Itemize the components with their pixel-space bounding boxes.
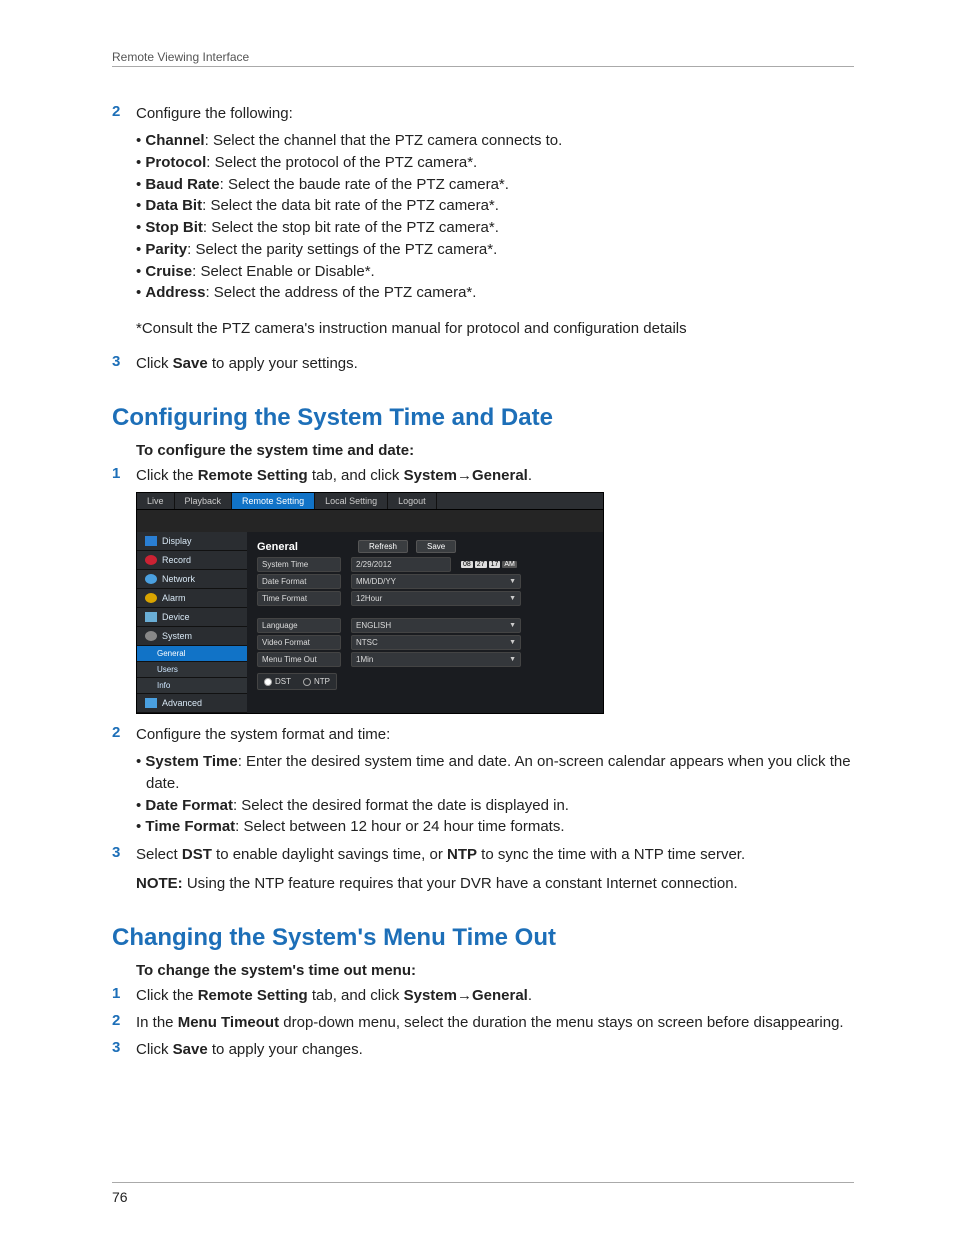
panel-title: General	[257, 541, 298, 553]
chevron-down-icon: ▼	[509, 639, 516, 646]
sidebar-item-alarm[interactable]: Alarm	[137, 589, 247, 608]
field-language[interactable]: ENGLISH▼	[351, 618, 521, 633]
radio-dot-icon	[303, 678, 311, 686]
step-text: Select DST to enable daylight savings ti…	[136, 844, 854, 865]
list-item: Parity: Select the parity settings of th…	[136, 239, 854, 261]
spacer	[137, 510, 603, 532]
alarm-icon	[145, 593, 157, 603]
radio-group: DST NTP	[257, 673, 337, 690]
step-1: 1 Click the Remote Setting tab, and clic…	[112, 985, 854, 1006]
field-menu-timeout[interactable]: 1Min▼	[351, 652, 521, 667]
step-text: Click the Remote Setting tab, and click …	[136, 465, 854, 486]
label-time-format: Time Format	[257, 591, 341, 606]
running-header: Remote Viewing Interface	[112, 50, 854, 67]
bullet-list: Channel: Select the channel that the PTZ…	[136, 130, 854, 304]
sidebar-sub-info[interactable]: Info	[137, 678, 247, 694]
chevron-down-icon: ▼	[509, 578, 516, 585]
gear-icon	[145, 631, 157, 641]
list-item: Stop Bit: Select the stop bit rate of th…	[136, 217, 854, 239]
sub-heading: To configure the system time and date:	[136, 442, 854, 459]
list-item: Channel: Select the channel that the PTZ…	[136, 130, 854, 152]
chevron-down-icon: ▼	[509, 622, 516, 629]
chevron-down-icon: ▼	[509, 656, 516, 663]
network-icon	[145, 574, 157, 584]
settings-panel: General Refresh Save System Time 2/29/20…	[247, 532, 603, 713]
sidebar-item-device[interactable]: Device	[137, 608, 247, 627]
step-2: 2 In the Menu Timeout drop-down menu, se…	[112, 1012, 854, 1033]
step-3: 3 Click Save to apply your changes.	[112, 1039, 854, 1060]
bullet-list: System Time: Enter the desired system ti…	[136, 751, 854, 838]
step-3: 3 Select DST to enable daylight savings …	[112, 844, 854, 865]
tab-bar: Live Playback Remote Setting Local Setti…	[137, 493, 603, 510]
list-item: Address: Select the address of the PTZ c…	[136, 282, 854, 304]
sidebar-item-advanced[interactable]: Advanced	[137, 694, 247, 713]
note: NOTE: Using the NTP feature requires tha…	[136, 873, 854, 894]
record-icon	[145, 555, 157, 565]
step-number: 1	[112, 985, 136, 1002]
field-system-time[interactable]: 2/29/2012	[351, 557, 451, 572]
footnote: *Consult the PTZ camera's instruction ma…	[136, 318, 854, 339]
step-text: Configure the following:	[136, 103, 854, 124]
page-number: 76	[112, 1189, 128, 1205]
step-number: 2	[112, 1012, 136, 1029]
label-language: Language	[257, 618, 341, 633]
step-text: Click Save to apply your settings.	[136, 353, 854, 374]
step-1: 1 Click the Remote Setting tab, and clic…	[112, 465, 854, 486]
tab-logout[interactable]: Logout	[388, 493, 437, 509]
label-video-format: Video Format	[257, 635, 341, 650]
chevron-down-icon: ▼	[509, 595, 516, 602]
field-date-format[interactable]: MM/DD/YY▼	[351, 574, 521, 589]
radio-dot-icon	[264, 678, 272, 686]
step-text: Click Save to apply your changes.	[136, 1039, 854, 1060]
advanced-icon	[145, 698, 157, 708]
time-pills[interactable]: 08 27 17 AM	[461, 561, 517, 568]
device-icon	[145, 612, 157, 622]
sidebar-item-system[interactable]: System	[137, 627, 247, 646]
label-system-time: System Time	[257, 557, 341, 572]
list-item: Baud Rate: Select the baude rate of the …	[136, 174, 854, 196]
list-item: Data Bit: Select the data bit rate of th…	[136, 195, 854, 217]
tab-remote-setting[interactable]: Remote Setting	[232, 493, 315, 509]
step-number: 1	[112, 465, 136, 482]
sidebar-item-display[interactable]: Display	[137, 532, 247, 551]
sidebar-sub-users[interactable]: Users	[137, 662, 247, 678]
radio-ntp[interactable]: NTP	[303, 677, 330, 686]
embedded-screenshot: Live Playback Remote Setting Local Setti…	[136, 492, 604, 714]
sidebar-sub-general[interactable]: General	[137, 646, 247, 662]
step-number: 2	[112, 724, 136, 741]
field-time-format[interactable]: 12Hour▼	[351, 591, 521, 606]
display-icon	[145, 536, 157, 546]
section-heading: Changing the System's Menu Time Out	[112, 924, 854, 952]
tab-playback[interactable]: Playback	[175, 493, 233, 509]
refresh-button[interactable]: Refresh	[358, 540, 408, 553]
section-heading: Configuring the System Time and Date	[112, 404, 854, 432]
step-number: 3	[112, 1039, 136, 1056]
list-item: Cruise: Select Enable or Disable*.	[136, 261, 854, 283]
tab-local-setting[interactable]: Local Setting	[315, 493, 388, 509]
sidebar: Display Record Network Alarm Device Syst…	[137, 532, 247, 713]
list-item: Time Format: Select between 12 hour or 2…	[136, 816, 854, 838]
label-date-format: Date Format	[257, 574, 341, 589]
sidebar-item-network[interactable]: Network	[137, 570, 247, 589]
tab-live[interactable]: Live	[137, 493, 175, 509]
step-number: 3	[112, 353, 136, 370]
step-text: Configure the system format and time:	[136, 724, 854, 745]
list-item: Protocol: Select the protocol of the PTZ…	[136, 152, 854, 174]
save-button[interactable]: Save	[416, 540, 456, 553]
page-footer: 76	[112, 1182, 854, 1205]
field-video-format[interactable]: NTSC▼	[351, 635, 521, 650]
step-2: 2 Configure the system format and time:	[112, 724, 854, 745]
label-menu-timeout: Menu Time Out	[257, 652, 341, 667]
step-2: 2 Configure the following:	[112, 103, 854, 124]
list-item: System Time: Enter the desired system ti…	[136, 751, 854, 795]
step-text: Click the Remote Setting tab, and click …	[136, 985, 854, 1006]
step-number: 3	[112, 844, 136, 861]
step-3: 3 Click Save to apply your settings.	[112, 353, 854, 374]
step-text: In the Menu Timeout drop-down menu, sele…	[136, 1012, 854, 1033]
radio-dst[interactable]: DST	[264, 677, 291, 686]
step-number: 2	[112, 103, 136, 120]
sub-heading: To change the system's time out menu:	[136, 962, 854, 979]
list-item: Date Format: Select the desired format t…	[136, 795, 854, 817]
sidebar-item-record[interactable]: Record	[137, 551, 247, 570]
